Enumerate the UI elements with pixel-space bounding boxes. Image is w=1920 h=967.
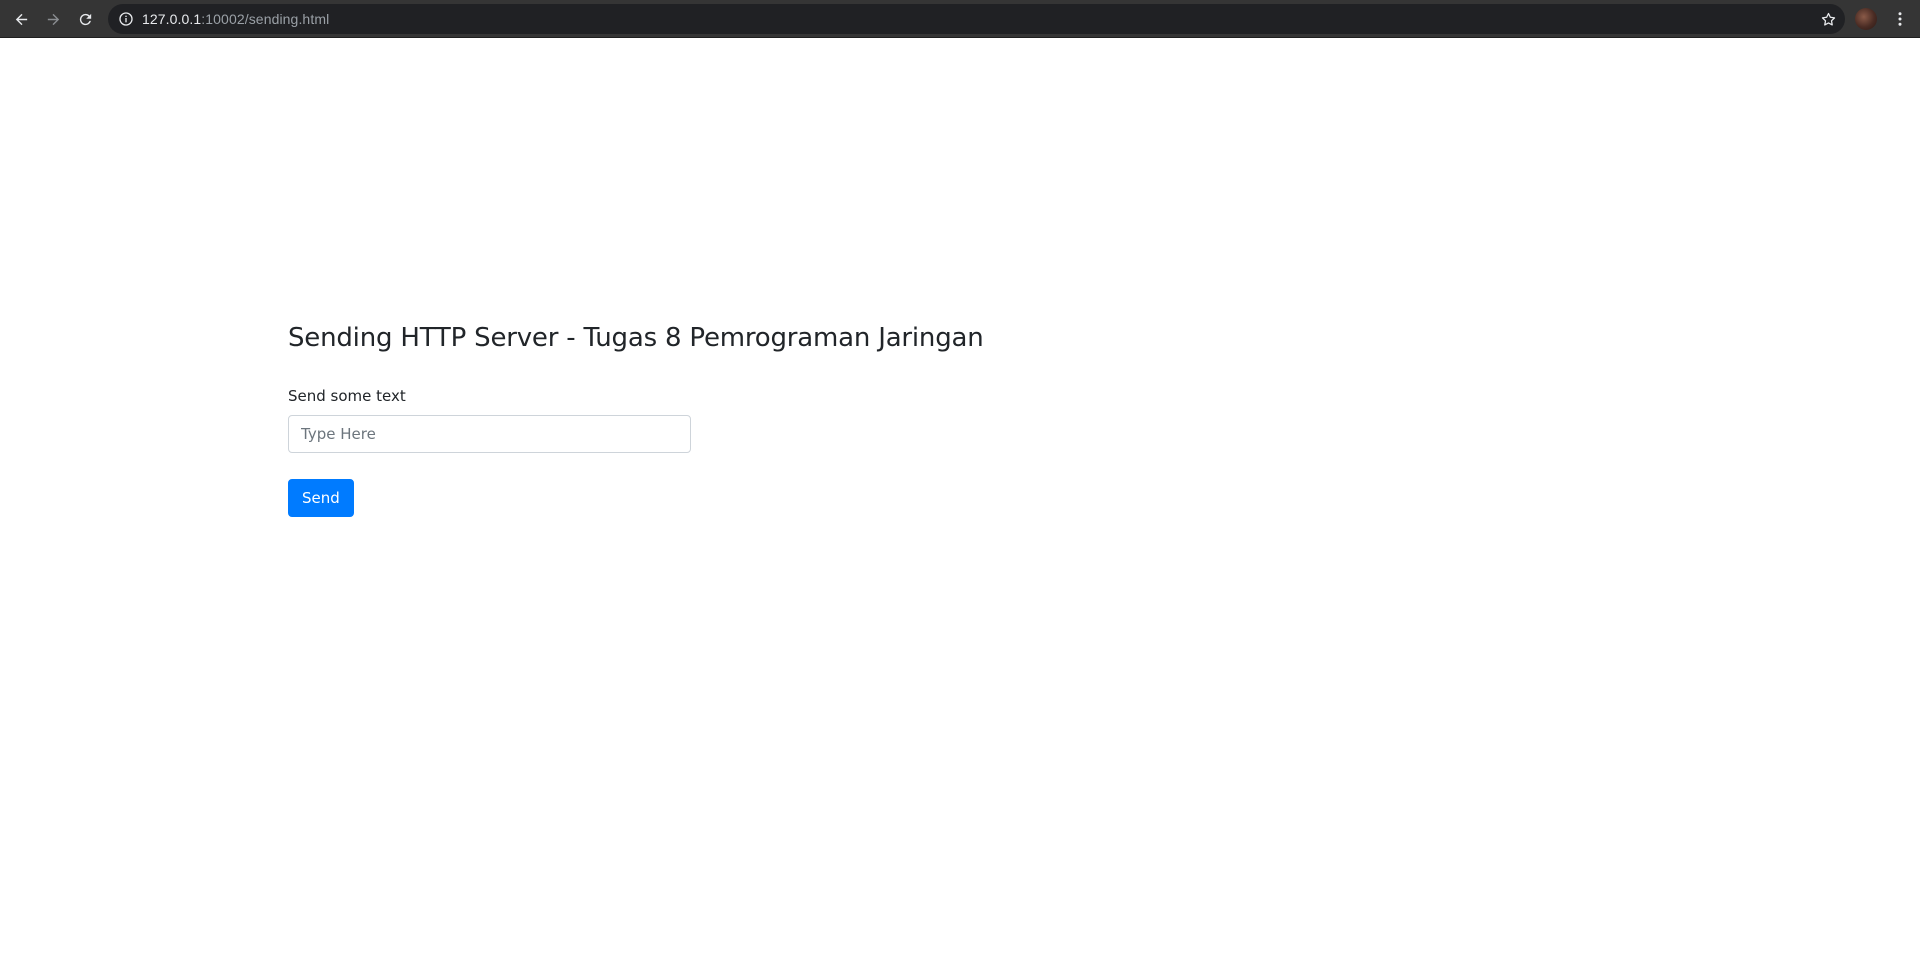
- back-button[interactable]: [7, 5, 35, 33]
- url-path: :10002/sending.html: [201, 11, 330, 27]
- address-bar[interactable]: 127.0.0.1:10002/sending.html: [108, 4, 1845, 34]
- form-group: Send some text: [288, 387, 1188, 454]
- text-field-label: Send some text: [288, 387, 406, 406]
- arrow-left-icon: [15, 13, 27, 25]
- star-icon[interactable]: [1819, 10, 1837, 28]
- url-host: 127.0.0.1: [142, 11, 202, 27]
- browser-toolbar: 127.0.0.1:10002/sending.html: [0, 0, 1920, 38]
- send-text-input[interactable]: [288, 415, 691, 454]
- forward-button[interactable]: [39, 5, 67, 33]
- reload-icon: [79, 13, 91, 25]
- arrow-right-icon: [47, 13, 59, 25]
- url-text[interactable]: 127.0.0.1:10002/sending.html: [142, 11, 329, 27]
- browser-menu-button[interactable]: [1888, 7, 1912, 31]
- send-button[interactable]: Send: [288, 479, 354, 518]
- send-form: Send some text Send: [288, 387, 1188, 518]
- reload-button[interactable]: [71, 5, 99, 33]
- profile-avatar[interactable]: [1855, 8, 1877, 30]
- page-title: Sending HTTP Server - Tugas 8 Pemrograma…: [288, 323, 984, 353]
- info-icon[interactable]: [118, 11, 134, 27]
- page-content: Sending HTTP Server - Tugas 8 Pemrograma…: [0, 38, 1920, 967]
- kebab-menu-icon: [1898, 12, 1902, 26]
- main-container: Sending HTTP Server - Tugas 8 Pemrograma…: [288, 323, 1188, 518]
